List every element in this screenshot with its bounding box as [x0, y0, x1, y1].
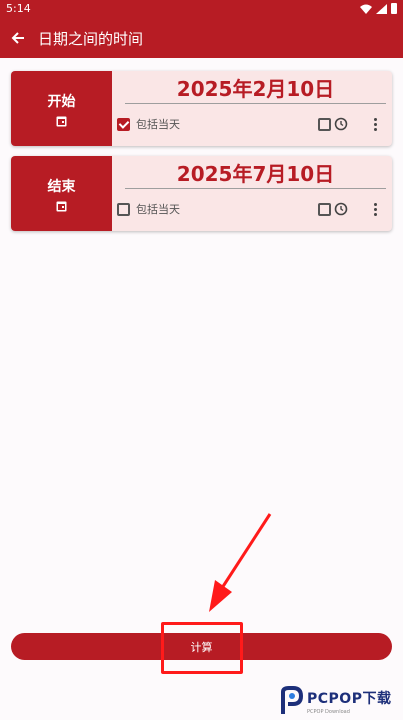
watermark-brand: PCPOP下载 — [307, 690, 392, 707]
start-include-day-label[interactable]: 包括当天 — [136, 116, 180, 132]
highlight-box — [161, 622, 243, 674]
end-date-value[interactable]: 2025年7月10日 — [125, 159, 386, 189]
app-bar: 日期之间的时间 — [0, 18, 403, 58]
status-time: 5:14 — [6, 2, 31, 15]
calendar-icon — [56, 116, 67, 126]
end-date-card: 结束 2025年7月10日 包括当天 — [11, 156, 392, 231]
start-time-checkbox[interactable] — [318, 117, 331, 131]
pcpop-logo-icon — [281, 686, 303, 714]
more-options-icon[interactable] — [368, 202, 382, 216]
clock-icon[interactable] — [334, 117, 348, 131]
end-include-day-checkbox[interactable] — [117, 202, 130, 216]
end-label: 结束 — [47, 178, 76, 195]
end-options-row: 包括当天 — [117, 200, 382, 218]
page-title: 日期之间的时间 — [38, 29, 144, 48]
start-date-picker-button[interactable]: 开始 — [11, 71, 112, 146]
start-date-card: 开始 2025年2月10日 包括当天 — [11, 71, 392, 146]
clock-icon[interactable] — [334, 202, 348, 216]
watermark: PCPOP下载 PCPOP Download — [279, 684, 399, 718]
back-button[interactable] — [0, 18, 36, 58]
system-icons — [360, 3, 397, 14]
end-date-picker-button[interactable]: 结束 — [11, 156, 112, 231]
start-date-value[interactable]: 2025年2月10日 — [125, 74, 386, 104]
status-bar: 5:14 — [0, 0, 403, 18]
more-options-icon[interactable] — [368, 117, 382, 131]
start-label: 开始 — [47, 93, 76, 110]
signal-icon — [376, 3, 387, 14]
battery-icon — [391, 3, 397, 14]
start-options-row: 包括当天 — [117, 115, 382, 133]
end-time-checkbox[interactable] — [318, 202, 331, 216]
end-include-day-label[interactable]: 包括当天 — [136, 201, 180, 217]
arrow-left-icon — [11, 32, 24, 44]
calendar-icon — [56, 201, 67, 211]
watermark-sub: PCPOP Download — [307, 708, 350, 715]
start-include-day-checkbox[interactable] — [117, 117, 130, 131]
wifi-icon — [360, 4, 372, 14]
